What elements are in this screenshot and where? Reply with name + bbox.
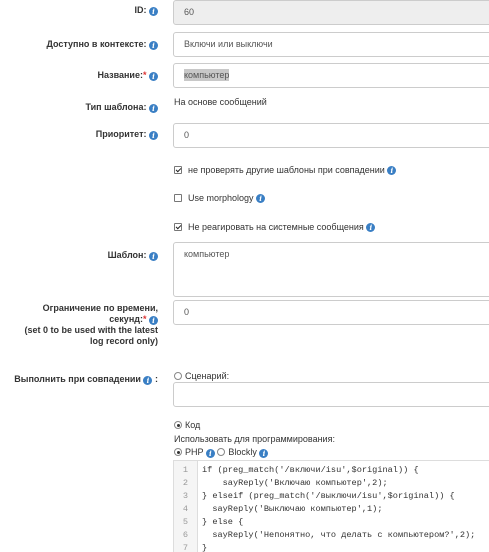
blockly-radio[interactable] [217, 448, 226, 456]
context-label: Доступно в контексте: i [0, 39, 158, 50]
priority-input[interactable]: 0 [173, 123, 489, 148]
timeout-note: (set 0 to be used with the latest [24, 325, 158, 335]
code-line[interactable]: } [202, 542, 207, 552]
on-match-label: Выполнить при совпадении i : [14, 374, 158, 385]
info-icon[interactable]: i [149, 72, 158, 81]
line-number: 7 [182, 543, 189, 552]
name-input[interactable]: компьютер [173, 63, 489, 88]
use-morphology-checkbox[interactable]: Use morphology i [174, 193, 266, 203]
context-field[interactable]: Включи или выключи [173, 32, 489, 57]
type-value: На основе сообщений [174, 97, 267, 107]
template-textarea[interactable]: компьютер [173, 242, 489, 297]
timeout-label: Ограничение по времени, секунд:* i (set … [0, 303, 158, 347]
info-icon[interactable]: i [387, 165, 397, 175]
code-editor[interactable]: 1 2 3 4 5 6 7 if (preg_match('/включи/is… [173, 460, 489, 552]
code-line[interactable]: } else { [202, 516, 243, 529]
name-label: Название:* i [0, 70, 158, 81]
code-line[interactable]: sayReply('Выключаю компьютер',1); [202, 503, 382, 516]
code-radio[interactable]: Код [174, 420, 200, 430]
php-radio[interactable] [174, 448, 182, 456]
language-selector: PHP i Blockly i [174, 447, 269, 458]
info-icon[interactable]: i [149, 7, 158, 16]
code-line[interactable]: sayReply('Непонятно, что делать с компью… [202, 529, 475, 542]
checkbox[interactable] [174, 223, 182, 231]
use-for-programming-label: Использовать для программирования: [174, 434, 335, 444]
info-icon[interactable]: i [149, 316, 158, 325]
info-icon[interactable]: i [259, 449, 269, 458]
info-icon[interactable]: i [366, 222, 376, 232]
info-icon[interactable]: i [256, 193, 266, 203]
id-label: ID: i [0, 5, 158, 16]
code-line[interactable]: sayReply('Включаю компьютер',2); [202, 477, 388, 490]
checkbox[interactable] [174, 166, 182, 174]
scenario-select[interactable] [173, 382, 489, 407]
line-number: 6 [182, 530, 189, 540]
info-icon[interactable]: i [149, 41, 158, 50]
code-line[interactable]: if (preg_match('/включи/isu',$original))… [202, 464, 419, 477]
template-label: Шаблон: i [0, 250, 158, 261]
line-number: 5 [182, 517, 189, 527]
line-number: 4 [182, 504, 189, 514]
priority-label: Приоритет: i [0, 129, 158, 140]
radio-button[interactable] [174, 421, 182, 429]
ignore-system-messages-checkbox[interactable]: Не реагировать на системные сообщения i [174, 222, 376, 232]
info-icon[interactable]: i [149, 252, 158, 261]
line-number: 3 [182, 491, 189, 501]
type-label: Тип шаблона: i [0, 102, 158, 113]
line-number: 2 [182, 478, 189, 488]
radio-button[interactable] [174, 372, 182, 380]
info-icon[interactable]: i [143, 376, 153, 385]
id-field: 60 [173, 0, 489, 25]
line-number: 1 [182, 465, 189, 475]
checkbox[interactable] [174, 194, 182, 202]
info-icon[interactable]: i [149, 131, 158, 140]
scenario-radio[interactable]: Сценарий: [174, 371, 229, 381]
timeout-input[interactable]: 0 [173, 300, 489, 325]
no-check-other-templates-checkbox[interactable]: не проверять другие шаблоны при совпаден… [174, 165, 397, 175]
info-icon[interactable]: i [149, 104, 158, 113]
info-icon[interactable]: i [205, 449, 215, 458]
code-line[interactable]: } elseif (preg_match('/выключи/isu',$ori… [202, 490, 455, 503]
